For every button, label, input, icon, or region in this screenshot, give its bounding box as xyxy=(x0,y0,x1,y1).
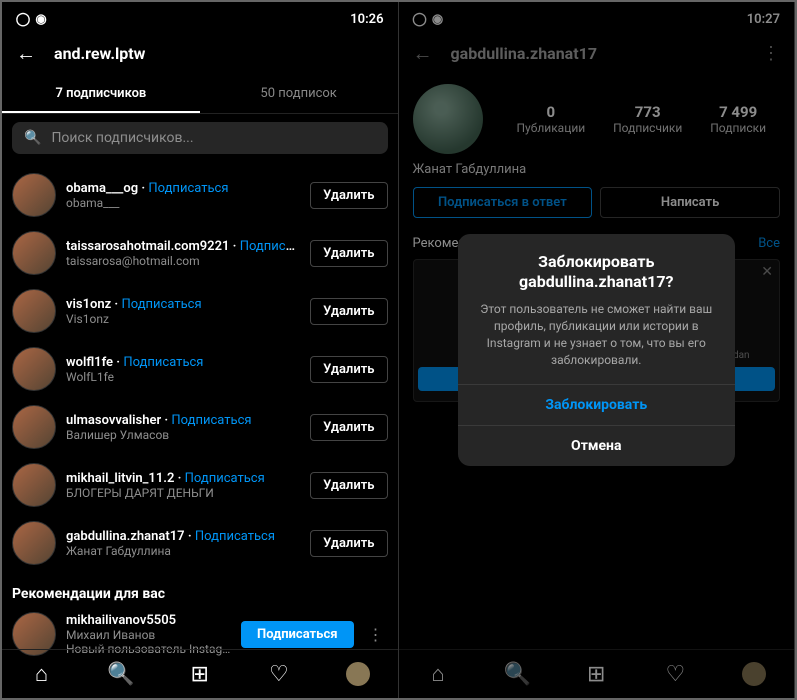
search-placeholder: Поиск подписчиков... xyxy=(51,130,193,146)
tab-following[interactable]: 50 подписок xyxy=(200,76,398,113)
back-arrow-icon[interactable]: ← xyxy=(16,41,36,66)
remove-button[interactable]: Удалить xyxy=(310,530,387,557)
follower-username[interactable]: mikhail_litvin_11.2 xyxy=(66,471,174,486)
follower-username[interactable]: gabdullina.zhanat17 xyxy=(66,529,185,544)
block-dialog: Заблокироватьgabdullina.zhanat17? Этот п… xyxy=(458,234,735,467)
avatar[interactable] xyxy=(12,289,56,333)
shazam-icon: ◉ xyxy=(34,13,48,27)
follower-fullname: WolfL1fe xyxy=(66,370,300,384)
status-time: 10:26 xyxy=(350,12,383,27)
follower-fullname: БЛОГЕРЫ ДАРЯТ ДЕНЬГИ xyxy=(66,486,300,500)
profile-nav-avatar[interactable] xyxy=(346,662,370,686)
follower-username[interactable]: taissarosahotmail.com9221 xyxy=(66,239,229,254)
subscribe-link[interactable]: Подписаться xyxy=(240,239,300,254)
opera-icon: ◯ xyxy=(16,13,30,27)
home-icon[interactable]: ⌂ xyxy=(30,662,54,686)
remove-button[interactable]: Удалить xyxy=(310,472,387,499)
subscribe-link[interactable]: Подписаться xyxy=(171,413,251,428)
avatar[interactable] xyxy=(12,405,56,449)
cancel-button[interactable]: Отмена xyxy=(458,425,735,466)
more-icon[interactable]: ⋮ xyxy=(364,625,388,644)
remove-button[interactable]: Удалить xyxy=(310,414,387,441)
follower-fullname: Валишер Улмасов xyxy=(66,428,300,442)
new-post-icon[interactable]: ⊞ xyxy=(188,662,212,686)
search-icon: 🔍 xyxy=(24,130,41,146)
avatar[interactable] xyxy=(12,231,56,275)
subscribe-link[interactable]: Подписаться xyxy=(123,355,203,370)
remove-button[interactable]: Удалить xyxy=(310,182,387,209)
search-nav-icon[interactable]: 🔍 xyxy=(109,662,133,686)
avatar[interactable] xyxy=(12,521,56,565)
follower-username[interactable]: ulmasovvalisher xyxy=(66,413,161,428)
avatar[interactable] xyxy=(12,463,56,507)
rec-fullname: Михаил Иванов xyxy=(66,628,231,642)
follower-fullname: Жанат Габдуллина xyxy=(66,544,300,558)
block-button[interactable]: Заблокировать xyxy=(458,384,735,425)
recommendations-heading: Рекомендации для вас xyxy=(2,572,398,606)
follower-fullname: obama___ xyxy=(66,196,300,210)
follower-fullname: taissarosa@hotmail.com xyxy=(66,254,300,268)
follower-username[interactable]: obama___og xyxy=(66,181,138,196)
follow-button[interactable]: Подписаться xyxy=(241,621,354,648)
follower-username[interactable]: wolfl1fe xyxy=(66,355,113,370)
activity-icon[interactable]: ♡ xyxy=(267,662,291,686)
avatar[interactable] xyxy=(12,347,56,391)
subscribe-link[interactable]: Подписаться xyxy=(148,181,228,196)
tab-followers[interactable]: 7 подписчиков xyxy=(2,76,200,113)
rec-username[interactable]: mikhailivanov5505 xyxy=(66,613,231,628)
search-input[interactable]: 🔍 Поиск подписчиков... xyxy=(12,122,388,154)
remove-button[interactable]: Удалить xyxy=(310,298,387,325)
subscribe-link[interactable]: Подписаться xyxy=(185,471,265,486)
follower-fullname: Vis1onz xyxy=(66,312,300,326)
page-title: and.rew.lptw xyxy=(54,44,145,63)
remove-button[interactable]: Удалить xyxy=(310,356,387,383)
subscribe-link[interactable]: Подписаться xyxy=(121,297,201,312)
avatar[interactable] xyxy=(12,173,56,217)
remove-button[interactable]: Удалить xyxy=(310,240,387,267)
follower-username[interactable]: vis1onz xyxy=(66,297,111,312)
subscribe-link[interactable]: Подписаться xyxy=(195,529,275,544)
dialog-body: Этот пользователь не сможет найти ваш пр… xyxy=(458,301,735,384)
